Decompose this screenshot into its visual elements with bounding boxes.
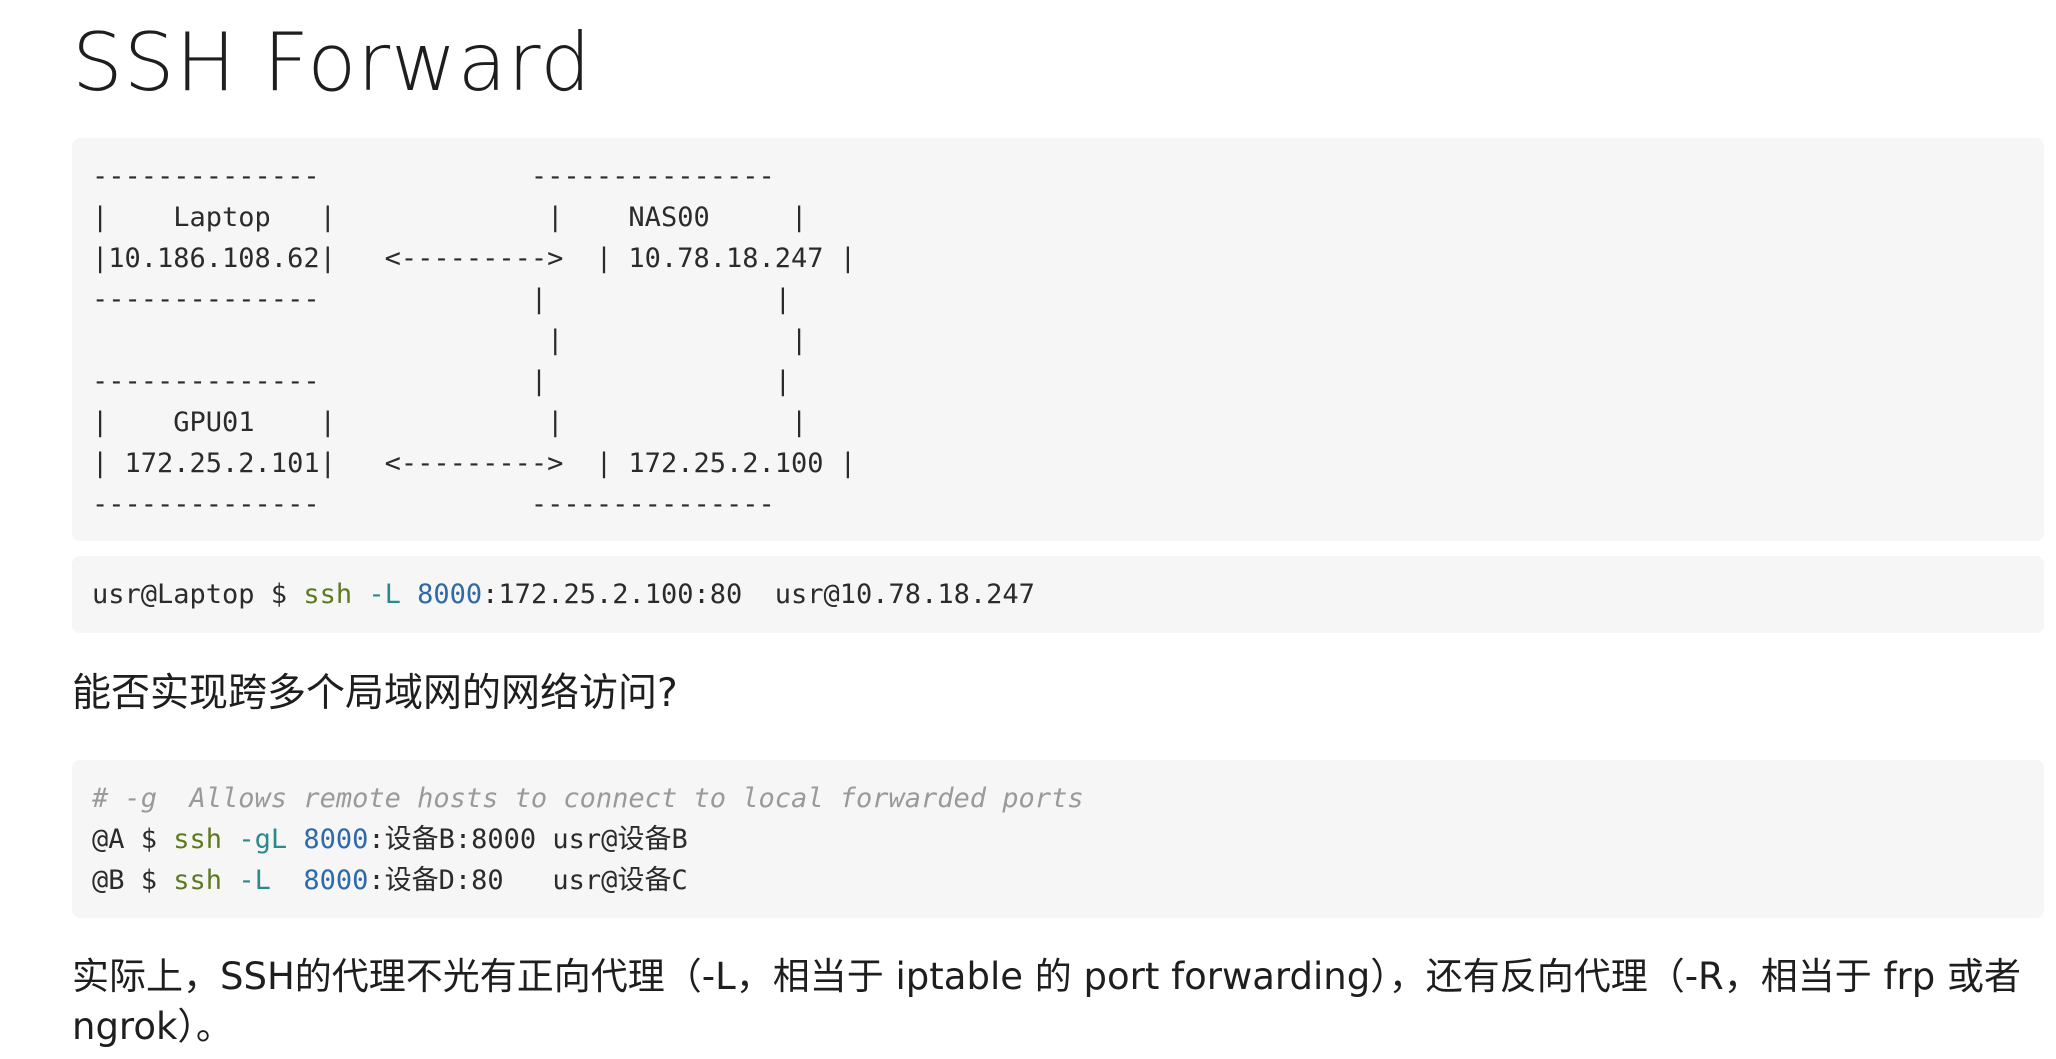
section-heading: 能否实现跨多个局域网的网络访问? (72, 671, 678, 716)
diagram-line: -------------- | | (92, 284, 791, 315)
command-name: ssh (173, 824, 223, 855)
command-flag: -L (352, 579, 418, 610)
body-paragraph: 实际上，SSH的代理不光有正向代理（-L，相当于 iptable 的 port … (72, 955, 2022, 1048)
code-comment: # -g Allows remote hosts to connect to l… (92, 783, 1084, 814)
shell-prompt: @A $ (92, 824, 174, 855)
port-number: 8000 (303, 824, 369, 855)
diagram-line: | 172.25.2.101| <---------> | 172.25.2.1… (92, 448, 857, 479)
document-page: SSH Forward -------------- -------------… (0, 0, 2056, 1059)
command-flag: -gL (222, 824, 304, 855)
command-name: ssh (303, 579, 353, 610)
command-flag: -L (222, 865, 304, 896)
ssh-command-line-a: @A $ ssh -gL 8000:设备B:8000 usr@设备B (92, 819, 2024, 860)
diagram-line: | GPU01 | | | (92, 407, 808, 438)
multi-hop-command-code-block: # -g Allows remote hosts to connect to l… (72, 760, 2044, 918)
diagram-line: |10.186.108.62| <---------> | 10.78.18.2… (92, 243, 857, 274)
network-diagram-code-block: -------------- --------------- | Laptop |… (72, 138, 2044, 541)
ssh-command-line: usr@Laptop $ ssh -L 8000:172.25.2.100:80… (92, 574, 2024, 615)
ssh-command-line-b: @B $ ssh -L 8000:设备D:80 usr@设备C (92, 860, 2024, 901)
port-number: 8000 (303, 865, 369, 896)
port-number: 8000 (417, 579, 483, 610)
command-arguments: :设备B:8000 usr@设备B (368, 824, 688, 855)
command-arguments: :设备D:80 usr@设备C (368, 865, 688, 896)
diagram-line: -------------- | | (92, 366, 791, 397)
ssh-command-code-block: usr@Laptop $ ssh -L 8000:172.25.2.100:80… (72, 556, 2044, 633)
diagram-line: | | (92, 325, 808, 356)
command-arguments: :172.25.2.100:80 usr@10.78.18.247 (482, 579, 1035, 610)
shell-prompt: usr@Laptop $ (92, 579, 304, 610)
diagram-line: | Laptop | | NAS00 | (92, 202, 808, 233)
page-title: SSH Forward (72, 16, 592, 109)
shell-prompt: @B $ (92, 865, 174, 896)
diagram-line: -------------- --------------- (92, 489, 775, 520)
command-name: ssh (173, 865, 223, 896)
diagram-line: -------------- --------------- (92, 161, 775, 192)
